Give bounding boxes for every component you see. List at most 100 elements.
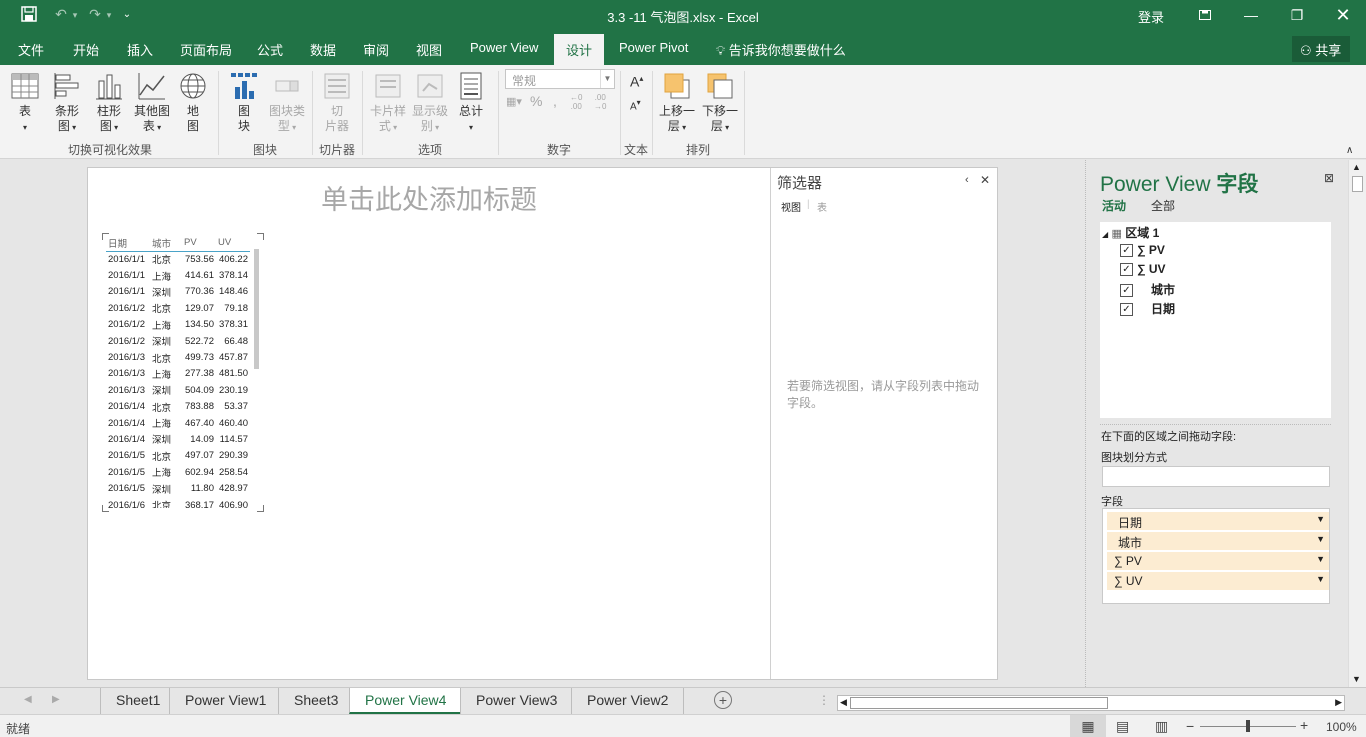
checkbox[interactable]: ✓ bbox=[1120, 244, 1133, 258]
resize-handle[interactable] bbox=[257, 505, 264, 512]
field-well-item[interactable]: ∑ PV ▼ bbox=[1107, 552, 1329, 570]
resize-handle[interactable] bbox=[257, 233, 264, 240]
other-chart-button[interactable]: 其他图表 ▾ bbox=[131, 71, 173, 135]
increase-decimal-icon[interactable]: ←0.00 bbox=[570, 93, 582, 111]
tree-field-item[interactable]: ✓ ∑ PV bbox=[1120, 243, 1165, 258]
sheet-tab[interactable]: Sheet3 bbox=[278, 688, 353, 714]
send-backward-button[interactable]: 下移一层 ▾ bbox=[700, 71, 740, 135]
tab-home[interactable]: 开始 bbox=[73, 40, 99, 59]
zoom-out-icon[interactable]: − bbox=[1186, 718, 1194, 734]
table-scrollbar[interactable] bbox=[254, 249, 259, 369]
filter-tab-view[interactable]: 视图 bbox=[781, 199, 801, 214]
splitter-icon[interactable]: ⋮ bbox=[818, 693, 830, 707]
ribbon-display-icon[interactable] bbox=[1182, 0, 1228, 30]
table-row[interactable]: 2016/1/4 北京 783.88 53.37 bbox=[106, 399, 250, 415]
comma-icon[interactable]: , bbox=[553, 94, 557, 109]
scroll-thumb[interactable] bbox=[850, 697, 1108, 709]
table-row[interactable]: 2016/1/1 北京 753.56 406.22 bbox=[106, 251, 250, 267]
table-row[interactable]: 2016/1/3 北京 499.73 457.87 bbox=[106, 349, 250, 365]
table-row[interactable]: 2016/1/1 上海 414.61 378.14 bbox=[106, 267, 250, 283]
tree-field-item[interactable]: ✓ 日期 bbox=[1120, 300, 1175, 317]
share-button[interactable]: ⚇ 共享 bbox=[1292, 36, 1350, 62]
zoom-in-icon[interactable]: + bbox=[1300, 717, 1308, 733]
sheet-tab[interactable]: Power View3 bbox=[460, 688, 572, 714]
tab-data[interactable]: 数据 bbox=[310, 40, 336, 59]
currency-icon[interactable]: ▦▾ bbox=[506, 95, 522, 110]
tree-table-node[interactable]: ◢ ▦ 区域 1 bbox=[1102, 224, 1159, 241]
tiles-button[interactable]: 图块 bbox=[227, 71, 261, 134]
expand-icon[interactable]: ◢ bbox=[1102, 230, 1108, 239]
card-style-button[interactable]: 卡片样式 ▾ bbox=[368, 71, 408, 135]
sheet-tab[interactable]: Power View2 bbox=[571, 688, 685, 714]
column-chart-button[interactable]: 柱形图 ▾ bbox=[92, 71, 126, 135]
tab-design[interactable]: 设计 bbox=[554, 34, 605, 65]
tab-formulas[interactable]: 公式 bbox=[257, 40, 283, 59]
tree-field-item[interactable]: ✓ 城市 bbox=[1120, 281, 1175, 298]
tile-by-drop-zone[interactable] bbox=[1102, 466, 1330, 487]
tab-active-fields[interactable]: 活动 bbox=[1102, 197, 1126, 214]
tab-power-pivot[interactable]: Power Pivot bbox=[619, 40, 688, 55]
table-row[interactable]: 2016/1/5 上海 602.94 258.54 bbox=[106, 464, 250, 480]
totals-button[interactable]: 总计 ▾ bbox=[454, 71, 488, 135]
map-button[interactable]: 地图 bbox=[176, 71, 210, 134]
table-row[interactable]: 2016/1/3 深圳 504.09 230.19 bbox=[106, 382, 250, 398]
table-row[interactable]: 2016/1/2 深圳 522.72 66.48 bbox=[106, 333, 250, 349]
table-row[interactable]: 2016/1/2 上海 134.50 378.31 bbox=[106, 317, 250, 333]
tell-me-search[interactable]: 💡︎ 告诉我你想要做什么 bbox=[716, 40, 846, 59]
tab-all-fields[interactable]: 全部 bbox=[1151, 197, 1175, 214]
column-header[interactable]: 城市 bbox=[150, 235, 182, 252]
bar-chart-button[interactable]: 条形图 ▾ bbox=[50, 71, 84, 135]
zoom-slider-thumb[interactable] bbox=[1246, 720, 1250, 732]
close-button[interactable]: ✕ bbox=[1320, 0, 1366, 30]
scroll-thumb[interactable] bbox=[1352, 176, 1363, 192]
bring-forward-button[interactable]: 上移一层 ▾ bbox=[657, 71, 697, 135]
horizontal-scrollbar[interactable]: ◀ ▶ bbox=[837, 695, 1345, 711]
tab-file[interactable]: 文件 bbox=[18, 40, 44, 59]
filter-tab-table[interactable]: 表 bbox=[817, 199, 827, 214]
tab-page-layout[interactable]: 页面布局 bbox=[180, 40, 232, 59]
tab-power-view[interactable]: Power View bbox=[470, 40, 538, 55]
scroll-down-icon[interactable]: ▼ bbox=[1352, 674, 1361, 684]
show-level-button[interactable]: 显示级别 ▾ bbox=[410, 71, 450, 135]
collapse-ribbon-icon[interactable]: ∧ bbox=[1346, 143, 1353, 158]
vertical-scrollbar[interactable]: ▲ ▼ bbox=[1348, 160, 1366, 687]
number-format-select[interactable]: 常规 ▼ bbox=[505, 69, 615, 89]
scroll-right-icon[interactable]: ▶ bbox=[1335, 697, 1342, 708]
collapse-icon[interactable]: ‹ bbox=[965, 174, 969, 186]
table-row[interactable]: 2016/1/5 北京 497.07 290.39 bbox=[106, 448, 250, 464]
dropdown-arrow-icon[interactable]: ▼ bbox=[1316, 574, 1325, 584]
tab-review[interactable]: 审阅 bbox=[363, 40, 389, 59]
table-row[interactable]: 2016/1/1 深圳 770.36 148.46 bbox=[106, 284, 250, 300]
scroll-left-icon[interactable]: ◀ bbox=[840, 697, 847, 708]
table-button[interactable]: 表 ▾ bbox=[8, 71, 42, 135]
tree-field-item[interactable]: ✓ ∑ UV bbox=[1120, 262, 1166, 277]
table-row[interactable]: 2016/1/6 北京 368.17 406.90 bbox=[106, 497, 250, 508]
restore-button[interactable]: ❐ bbox=[1274, 0, 1320, 30]
normal-view-icon[interactable]: ▦ bbox=[1070, 715, 1106, 737]
table-row[interactable]: 2016/1/4 上海 467.40 460.40 bbox=[106, 415, 250, 431]
page-break-view-icon[interactable]: ▥ bbox=[1155, 718, 1168, 735]
prev-sheet-icon[interactable]: ◀ bbox=[24, 694, 32, 705]
dropdown-arrow-icon[interactable]: ▼ bbox=[1316, 514, 1325, 524]
sheet-tab[interactable]: Sheet1 bbox=[100, 688, 175, 714]
field-well-item[interactable]: ∑ UV ▼ bbox=[1107, 572, 1329, 590]
scroll-up-icon[interactable]: ▲ bbox=[1352, 162, 1361, 172]
tab-insert[interactable]: 插入 bbox=[127, 40, 153, 59]
page-layout-view-icon[interactable]: ▤ bbox=[1116, 718, 1129, 735]
column-header[interactable]: PV bbox=[182, 235, 216, 252]
field-well-item[interactable]: 日期 ▼ bbox=[1107, 512, 1329, 530]
increase-font-icon[interactable]: A▴ bbox=[630, 71, 643, 90]
table-row[interactable]: 2016/1/5 深圳 11.80 428.97 bbox=[106, 480, 250, 496]
checkbox[interactable]: ✓ bbox=[1120, 284, 1133, 298]
minimize-button[interactable]: — bbox=[1228, 0, 1274, 30]
report-title-placeholder[interactable]: 单击此处添加标题 bbox=[88, 178, 770, 217]
tab-view[interactable]: 视图 bbox=[416, 40, 442, 59]
percent-icon[interactable]: % bbox=[530, 94, 542, 109]
column-header[interactable]: UV bbox=[216, 235, 250, 252]
table-row[interactable]: 2016/1/3 上海 277.38 481.50 bbox=[106, 366, 250, 382]
next-sheet-icon[interactable]: ▶ bbox=[52, 694, 60, 705]
close-icon[interactable]: ✕ bbox=[980, 173, 990, 187]
decrease-decimal-icon[interactable]: .00 →0 bbox=[594, 93, 606, 111]
checkbox[interactable]: ✓ bbox=[1120, 263, 1133, 277]
slicer-button[interactable]: 切片器 bbox=[320, 71, 354, 134]
